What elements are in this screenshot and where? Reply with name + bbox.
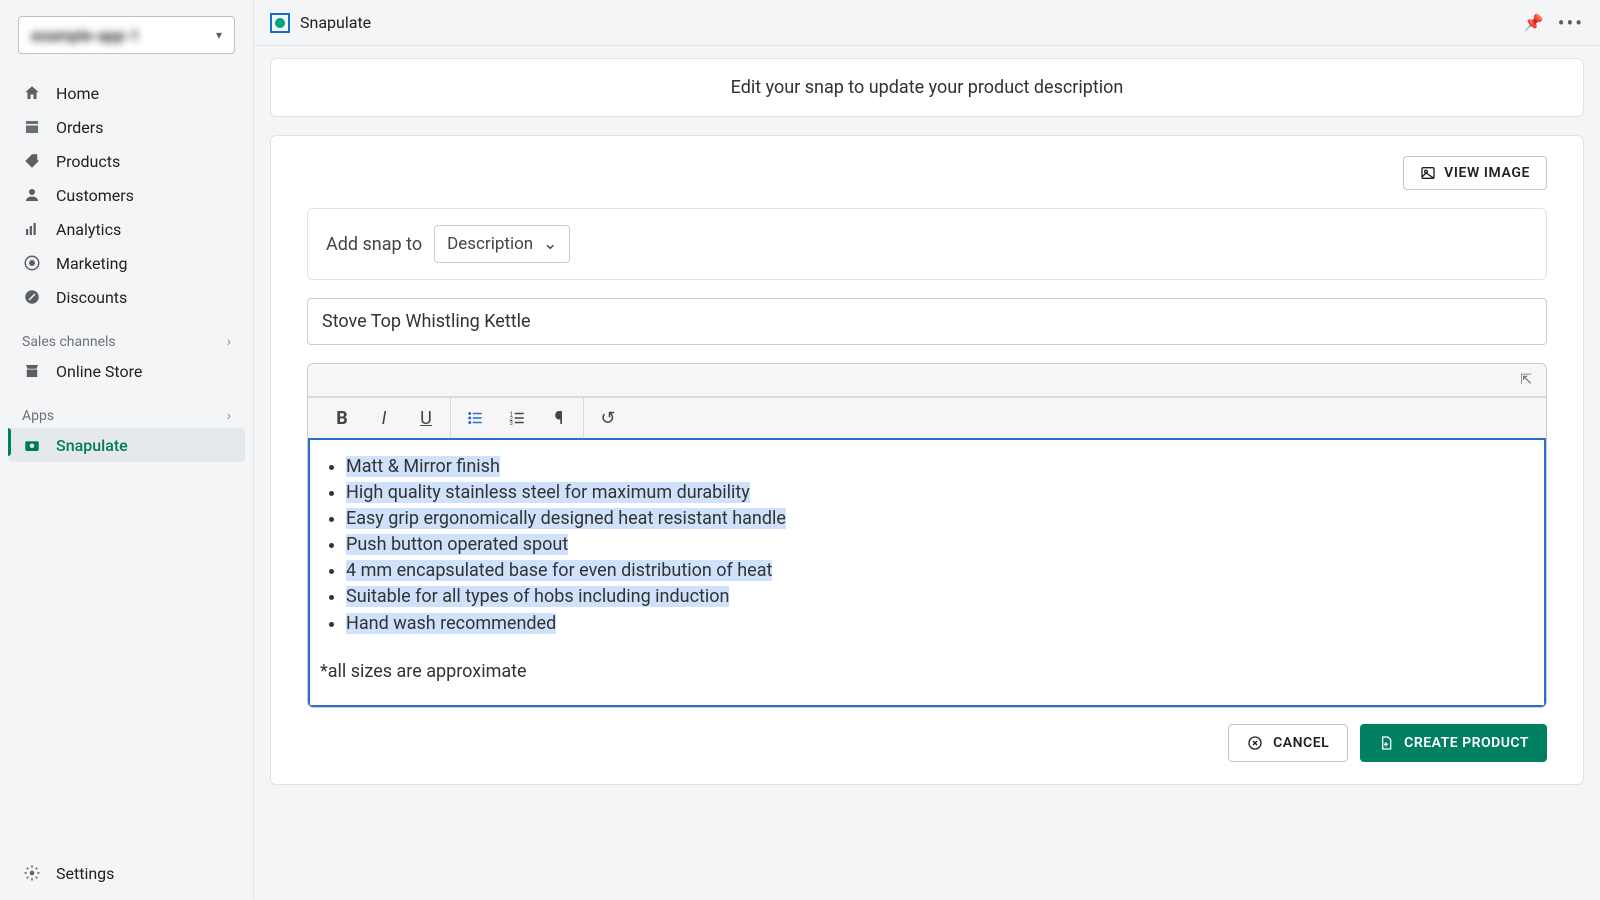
nav-label: Customers <box>56 186 134 205</box>
nav-label: Orders <box>56 118 103 137</box>
nav-label: Products <box>56 152 120 171</box>
person-icon <box>22 185 42 205</box>
list-item: High quality stainless steel for maximum… <box>346 480 1534 506</box>
main-content: Snapulate 📌 ••• Edit your snap to update… <box>254 0 1600 900</box>
list-item: 4 mm encapsulated base for even distribu… <box>346 558 1534 584</box>
discount-icon <box>22 287 42 307</box>
section-label: Sales channels <box>22 334 116 350</box>
editor-toolbar: B I U 123 ¶ ↺ <box>308 397 1546 438</box>
nav-analytics[interactable]: Analytics <box>8 212 245 246</box>
bullet-list: Matt & Mirror finish High quality stainl… <box>320 454 1534 637</box>
paragraph-button[interactable]: ¶ <box>545 404 573 432</box>
close-circle-icon <box>1247 735 1263 751</box>
rich-text-editor: ⇱ B I U 123 ¶ <box>307 363 1547 708</box>
add-snap-label: Add snap to <box>326 234 422 255</box>
nav-settings[interactable]: Settings <box>8 856 245 890</box>
nav-products[interactable]: Products <box>8 144 245 178</box>
bullet-list-button[interactable] <box>461 404 489 432</box>
chevron-down-icon: ⌄ <box>543 234 557 254</box>
chevron-down-icon: ▾ <box>216 28 222 42</box>
store-name: example-app-1 <box>31 26 139 45</box>
add-snap-select[interactable]: Description ⌄ <box>434 225 570 263</box>
product-title-input[interactable]: Stove Top Whistling Kettle <box>307 298 1547 345</box>
bold-button[interactable]: B <box>328 404 356 432</box>
nav-customers[interactable]: Customers <box>8 178 245 212</box>
cancel-button[interactable]: CANCEL <box>1228 724 1348 762</box>
collapse-icon[interactable]: ⇱ <box>1520 372 1532 396</box>
nav-label: Home <box>56 84 99 103</box>
button-label: VIEW IMAGE <box>1444 165 1530 181</box>
svg-text:3: 3 <box>510 420 513 427</box>
navigation: Home Orders Products Customers Analytics… <box>8 76 245 314</box>
image-icon <box>1420 165 1436 181</box>
view-image-button[interactable]: VIEW IMAGE <box>1403 156 1547 190</box>
store-selector[interactable]: example-app-1 ▾ <box>18 16 235 54</box>
more-icon[interactable]: ••• <box>1558 11 1584 35</box>
tag-icon <box>22 151 42 171</box>
nav-orders[interactable]: Orders <box>8 110 245 144</box>
list-item: Hand wash recommended <box>346 611 1534 637</box>
list-item: Matt & Mirror finish <box>346 454 1534 480</box>
footnote-text: *all sizes are approximate <box>320 659 1534 685</box>
sales-channels-header[interactable]: Sales channels › <box>8 326 245 354</box>
chevron-right-icon: › <box>227 408 231 424</box>
nav-label: Analytics <box>56 220 121 239</box>
list-item: Suitable for all types of hobs including… <box>346 584 1534 610</box>
apps-header[interactable]: Apps › <box>8 400 245 428</box>
nav-label: Marketing <box>56 254 127 273</box>
select-value: Description <box>447 234 533 254</box>
nav-label: Settings <box>56 864 114 883</box>
marketing-icon <box>22 253 42 273</box>
nav-label: Online Store <box>56 362 142 381</box>
ordered-list-button[interactable]: 123 <box>503 404 531 432</box>
list-item: Easy grip ergonomically designed heat re… <box>346 506 1534 532</box>
topbar: Snapulate 📌 ••• <box>254 0 1600 46</box>
app-title: Snapulate <box>300 13 371 32</box>
underline-button[interactable]: U <box>412 404 440 432</box>
orders-icon <box>22 117 42 137</box>
undo-button[interactable]: ↺ <box>594 404 622 432</box>
sidebar: example-app-1 ▾ Home Orders Products Cus… <box>0 0 254 900</box>
nav-online-store[interactable]: Online Store <box>8 354 245 388</box>
nav-app-snapulate[interactable]: Snapulate <box>8 428 245 462</box>
nav-label: Snapulate <box>56 436 128 455</box>
home-icon <box>22 83 42 103</box>
app-logo-icon <box>270 13 290 33</box>
section-label: Apps <box>22 408 54 424</box>
add-snap-row: Add snap to Description ⌄ <box>307 208 1547 280</box>
active-indicator <box>8 428 11 456</box>
editor-body[interactable]: Matt & Mirror finish High quality stainl… <box>308 438 1546 707</box>
nav-home[interactable]: Home <box>8 76 245 110</box>
analytics-icon <box>22 219 42 239</box>
camera-icon <box>22 435 42 455</box>
gear-icon <box>22 863 42 883</box>
action-row: CANCEL CREATE PRODUCT <box>307 724 1547 762</box>
create-product-button[interactable]: CREATE PRODUCT <box>1360 724 1547 762</box>
nav-label: Discounts <box>56 288 127 307</box>
italic-button[interactable]: I <box>370 404 398 432</box>
nav-discounts[interactable]: Discounts <box>8 280 245 314</box>
list-item: Push button operated spout <box>346 532 1534 558</box>
editor-card: VIEW IMAGE Add snap to Description ⌄ Sto… <box>270 135 1584 785</box>
document-plus-icon <box>1378 735 1394 751</box>
nav-marketing[interactable]: Marketing <box>8 246 245 280</box>
store-icon <box>22 361 42 381</box>
button-label: CREATE PRODUCT <box>1404 735 1529 751</box>
info-banner: Edit your snap to update your product de… <box>270 58 1584 117</box>
chevron-right-icon: › <box>227 334 231 350</box>
button-label: CANCEL <box>1273 735 1329 751</box>
pin-icon[interactable]: 📌 <box>1524 13 1544 32</box>
